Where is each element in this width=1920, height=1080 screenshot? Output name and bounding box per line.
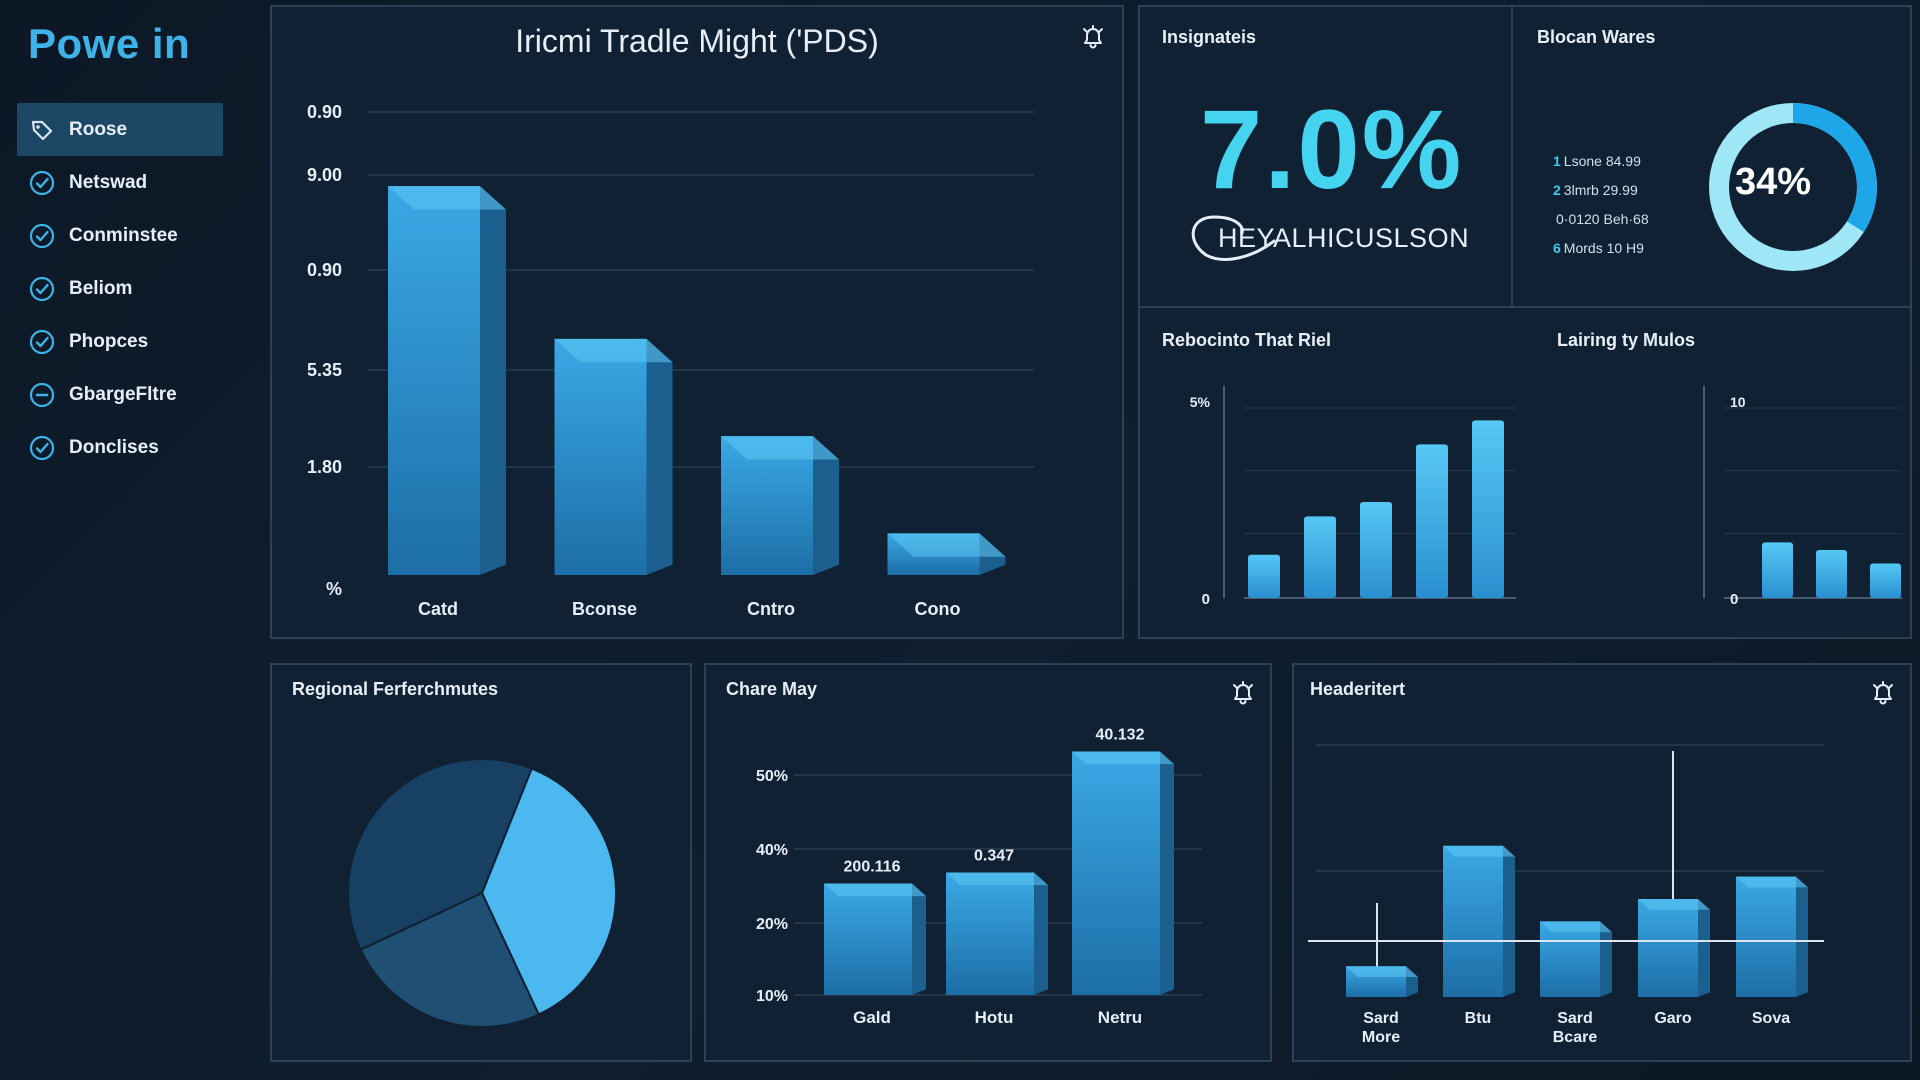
header-chart-card: Headeritert Sard More Btu Sard Bcare Garo Sova <box>1292 663 1912 1062</box>
x-tick-label: Btu <box>1465 1010 1492 1027</box>
main-chart-card: Iricmi Tradle Might ('PDS) 0.90 9.00 0.90 5… <box>270 5 1124 639</box>
bar <box>554 338 673 575</box>
share-bar-chart: 50% 40% 20% 10% 200.116 Gald 0.347 Hotu 40.132 Ne… <box>756 727 1202 1027</box>
main-bar-chart: 0.90 9.00 0.90 5.35 1.80% Catd Bconse Cntro Cono <box>307 102 1034 619</box>
bar <box>824 883 926 995</box>
pie-chart <box>347 758 617 1028</box>
bar <box>1346 966 1418 997</box>
x-tick-label: Garo <box>1654 1010 1692 1027</box>
pie-title: Regional Ferferchmutes <box>292 679 499 699</box>
data-label: 40.132 <box>1096 727 1145 744</box>
kpi-badge: HEYALHICUSLSON <box>1184 211 1480 267</box>
y-tick-label: 20% <box>756 916 788 933</box>
x-tick-label: Gald <box>853 1008 891 1027</box>
data-label: 0.347 <box>974 848 1014 865</box>
check-circle-icon <box>29 276 55 302</box>
small-bar-chart-1: 5% 0 <box>1190 386 1516 608</box>
check-circle-icon <box>29 329 55 355</box>
donut-title: Blocan Wares <box>1537 27 1656 47</box>
y-tick-label: 5.35 <box>307 360 342 380</box>
sidebar-item-label: Netswad <box>69 171 148 193</box>
bar <box>1304 516 1336 598</box>
share-card: Chare May 50% 40% 20% 10% 200.116 Gald 0.347 Ho… <box>704 663 1272 1062</box>
x-tick-label: Cntro <box>747 599 795 619</box>
x-tick-label: Sard More <box>1362 1010 1400 1046</box>
kpi-title: Insignateis <box>1162 27 1257 47</box>
bar <box>388 186 506 575</box>
y-tick-label: 10 <box>1730 394 1746 410</box>
y-tick-label: % <box>326 579 342 599</box>
header-bar-chart: Sard More Btu Sard Bcare Garo Sova <box>1308 744 1824 1046</box>
sidebar-item-label: Beliom <box>69 277 133 299</box>
bar <box>1736 876 1808 997</box>
bar <box>946 872 1048 995</box>
bar <box>1816 550 1847 598</box>
legend-item: 6 Mords 10 H9 <box>1553 240 1644 256</box>
sidebar-item-label: Conminstee <box>69 224 178 246</box>
sidebar-item-beliom[interactable]: Beliom <box>17 262 223 315</box>
y-tick-label: 0.90 <box>307 260 342 280</box>
y-tick-label: 50% <box>756 768 788 785</box>
sidebar-item-roose[interactable]: Roose <box>17 103 223 156</box>
kpi-badge-text: HEYALHICUSLSON <box>1218 223 1470 253</box>
kpi-card: Insignateis 7.0% HEYALHICUSLSON <box>1138 5 1513 308</box>
check-circle-icon <box>29 435 55 461</box>
app-logo: Powe in <box>28 20 191 67</box>
y-tick-label: 0.90 <box>307 102 342 122</box>
x-tick-label: Bconse <box>572 599 637 619</box>
x-tick-label: Catd <box>418 599 458 619</box>
sidebar-item-label: Roose <box>69 118 128 140</box>
y-tick-label: 40% <box>756 842 788 859</box>
sidebar-item-netswad[interactable]: Netswad <box>17 156 223 209</box>
x-tick-label: Netru <box>1098 1008 1142 1027</box>
y-tick-label: 5% <box>1190 394 1211 410</box>
bar <box>1638 899 1710 997</box>
bar <box>1360 502 1392 598</box>
bar <box>887 533 1006 575</box>
sidebar-item-gbargefltre[interactable]: GbargeFltre <box>17 368 223 421</box>
sidebar-item-label: GbargeFltre <box>69 383 177 405</box>
bar <box>1870 563 1901 598</box>
sidebar-item-label: Phopces <box>69 330 149 352</box>
sidebar-item-conminstee[interactable]: Conminstee <box>17 209 223 262</box>
tag-icon <box>29 117 55 143</box>
bar <box>1072 751 1174 995</box>
x-tick-label: Cono <box>915 599 961 619</box>
y-tick-label: 9.00 <box>307 165 342 185</box>
legend-item: 1 Lsone 84.99 <box>1553 153 1641 169</box>
y-tick-label: 0 <box>1730 591 1738 608</box>
bar <box>721 436 839 575</box>
x-tick-label: Hotu <box>975 1008 1014 1027</box>
bar <box>1248 554 1280 598</box>
sidebar-nav: Roose Netswad Conminstee Beliom Phopces <box>17 103 223 474</box>
kpi-value: 7.0% <box>1200 87 1464 212</box>
small-bar-chart-2: 10 0 <box>1703 386 1902 608</box>
small-charts-card: Rebocinto That Riel Lairing ty Mulos 5% 0… <box>1138 306 1912 639</box>
donut-card: Blocan Wares 1 Lsone 84.99 2 3lmrb 29.99 0… <box>1511 5 1912 308</box>
x-tick-label: Sova <box>1752 1010 1790 1027</box>
sidebar-item-donclises[interactable]: Donclises <box>17 421 223 474</box>
donut-legend: 1 Lsone 84.99 2 3lmrb 29.99 0·0120 Beh·68 … <box>1553 147 1703 263</box>
y-tick-label: 0 <box>1202 591 1210 608</box>
donut-center-label: 34% <box>1735 161 1812 203</box>
legend-item: 2 3lmrb 29.99 <box>1553 182 1638 198</box>
sidebar-item-label: Donclises <box>69 436 159 458</box>
x-tick-label: Sard Bcare <box>1553 1010 1598 1046</box>
legend-item: 0·0120 Beh·68 <box>1556 211 1649 227</box>
bar <box>1762 542 1793 598</box>
check-circle-icon <box>29 223 55 249</box>
bar <box>1443 845 1515 997</box>
sidebar: Powe in Roose Netswad Conminstee Beliom <box>0 0 250 1080</box>
y-tick-label: 1.80 <box>307 457 342 477</box>
data-label: 200.116 <box>844 859 901 876</box>
sidebar-item-phopces[interactable]: Phopces <box>17 315 223 368</box>
bar <box>1540 921 1612 997</box>
y-tick-label: 10% <box>756 988 788 1005</box>
minus-circle-icon <box>29 382 55 408</box>
check-circle-icon <box>29 170 55 196</box>
bar <box>1472 420 1504 598</box>
pie-card: Regional Ferferchmutes <box>270 663 692 1062</box>
bar <box>1416 444 1448 598</box>
